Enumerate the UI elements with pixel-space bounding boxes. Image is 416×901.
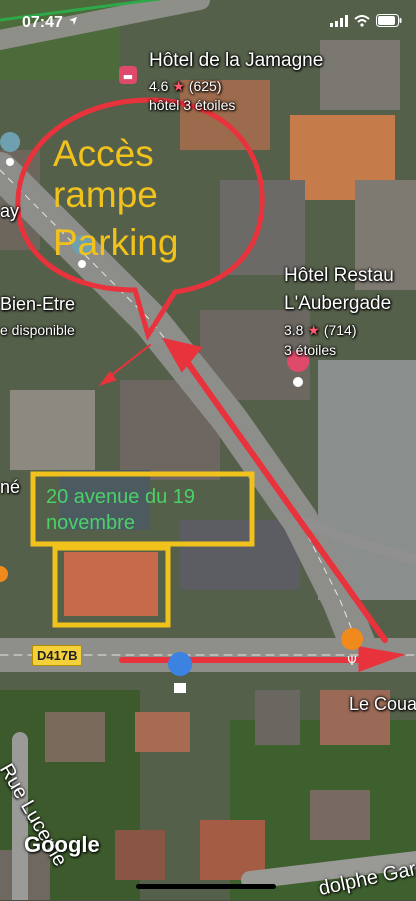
poi-partial-label[interactable]: ay [0, 201, 19, 222]
poi-label[interactable]: Bien-Etre [0, 294, 75, 315]
annotation-text-line: rampe [53, 174, 158, 215]
status-bar: 07:47 [0, 0, 416, 44]
poi-sub-label: e disponible [0, 322, 75, 338]
road-badge: D417B [32, 645, 83, 666]
hotel-rating: 4.6 ★ (625) [149, 78, 222, 95]
status-time: 07:47 [22, 14, 63, 31]
star-icon: ★ [172, 78, 185, 94]
home-indicator[interactable] [136, 884, 276, 889]
review-count: (625) [188, 78, 222, 94]
review-count: (714) [323, 322, 357, 338]
rating-value: 3.8 [284, 322, 304, 338]
hotel-name-label[interactable]: Hôtel Restau [284, 265, 394, 287]
status-icons [330, 14, 402, 27]
hotel-rating: 3.8 ★ (714) [284, 322, 357, 339]
battery-icon [376, 14, 402, 27]
signal-icon [330, 14, 348, 27]
rating-value: 4.6 [149, 78, 169, 94]
hotel-pin-icon[interactable]: ▬ [119, 66, 137, 84]
hotel-category: hôtel 3 étoiles [149, 97, 236, 113]
annotation-text-line: Parking [53, 222, 179, 263]
wifi-icon [354, 14, 370, 27]
location-arrow-icon [69, 17, 77, 25]
address-text-line: novembre [46, 512, 135, 534]
svg-text:Ψ: Ψ [347, 654, 356, 668]
hotel-category: 3 étoiles [284, 342, 337, 358]
hotel-name-label-line2[interactable]: L'Aubergade [284, 293, 391, 315]
svg-text:▬: ▬ [123, 70, 133, 83]
poi-partial-label[interactable]: né [0, 477, 20, 498]
annotation-text-line: Accès [53, 133, 154, 174]
google-attribution: Google [24, 832, 100, 857]
address-text-line: 20 avenue du 19 [46, 486, 196, 508]
restaurant-label[interactable]: Le Coua [349, 694, 416, 715]
star-icon: ★ [307, 322, 320, 338]
hotel-name-label[interactable]: Hôtel de la Jamagne [149, 50, 323, 72]
